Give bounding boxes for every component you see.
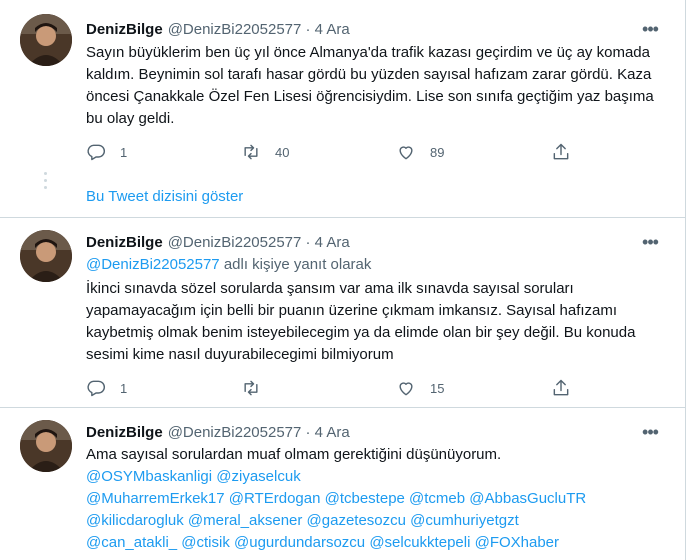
- tweet[interactable]: DenizBilge @DenizBi22052577 · 4 Ara ••• …: [0, 218, 686, 406]
- heart-icon: [399, 146, 413, 160]
- share-icon: [553, 143, 569, 160]
- mention-links-line[interactable]: @can_atakli_ @ctisik @ugurdundarsozcu @s…: [86, 532, 666, 554]
- tweet-header: DenizBilge @DenizBi22052577 · 4 Ara: [86, 19, 350, 39]
- tweet-header: DenizBilge @DenizBi22052577 · 4 Ara: [86, 422, 350, 442]
- handle-and-date[interactable]: @DenizBi22052577 · 4 Ara: [168, 21, 350, 38]
- retweet-button[interactable]: 40: [241, 140, 289, 164]
- reply-bubble-icon: [87, 144, 106, 161]
- avatar-photo: [20, 14, 72, 66]
- display-name[interactable]: DenizBilge: [86, 424, 163, 441]
- more-dots-icon[interactable]: •••: [640, 422, 660, 442]
- avatar[interactable]: [20, 420, 72, 472]
- display-name[interactable]: DenizBilge: [86, 234, 163, 251]
- avatar[interactable]: [20, 14, 72, 66]
- avatar-photo: [20, 230, 72, 282]
- mention-links-line[interactable]: @OSYMbaskanligi @ziyaselcuk: [86, 466, 666, 488]
- like-button[interactable]: 15: [396, 376, 444, 400]
- reply-mention-link[interactable]: @DenizBi22052577: [86, 256, 220, 273]
- mention-links-line[interactable]: @kilicdarogluk @meral_aksener @gazetesoz…: [86, 510, 666, 532]
- reply-count: 1: [120, 380, 128, 396]
- reply-button[interactable]: 1: [86, 140, 127, 164]
- tweet-header: DenizBilge @DenizBi22052577 · 4 Ara: [86, 232, 350, 252]
- retweet-button[interactable]: [241, 376, 275, 400]
- more-dots-icon[interactable]: •••: [640, 232, 660, 252]
- reply-bubble-icon: [87, 380, 106, 397]
- like-button[interactable]: 89: [396, 140, 444, 164]
- retweet-icon: [244, 144, 258, 160]
- display-name[interactable]: DenizBilge: [86, 21, 163, 38]
- mention-links-line[interactable]: @MuharremErkek17 @RTErdogan @tcbestepe @…: [86, 488, 666, 510]
- tweet-text: Ama sayısal sorulardan muaf olmam gerekt…: [86, 446, 502, 463]
- retweet-count: 40: [275, 144, 290, 160]
- tweet-text: İkinci sınavda sözel sorularda şansım va…: [86, 280, 636, 363]
- tweet[interactable]: DenizBilge @DenizBi22052577 · 4 Ara ••• …: [0, 0, 686, 165]
- tweet[interactable]: DenizBilge @DenizBi22052577 · 4 Ara ••• …: [0, 408, 686, 560]
- more-dots-icon[interactable]: •••: [640, 19, 660, 39]
- reply-button[interactable]: 1: [86, 376, 127, 400]
- tweet-actions: 1 15: [86, 376, 586, 400]
- handle-and-date[interactable]: @DenizBi22052577 · 4 Ara: [168, 234, 350, 251]
- heart-icon: [399, 382, 413, 396]
- avatar[interactable]: [20, 230, 72, 282]
- avatar-photo: [20, 420, 72, 472]
- tweet-actions: 1 40 89: [86, 140, 586, 164]
- share-button[interactable]: [551, 376, 571, 400]
- reply-count: 1: [120, 144, 128, 160]
- share-button[interactable]: [551, 140, 571, 164]
- like-count: 15: [430, 380, 445, 396]
- reply-suffix: adlı kişiye yanıt olarak: [219, 256, 372, 273]
- tweet-text: Sayın büyüklerim ben üç yıl önce Almanya…: [86, 44, 654, 127]
- retweet-icon: [244, 380, 258, 396]
- share-icon: [553, 379, 569, 396]
- thread-connector: [44, 172, 48, 193]
- replying-to: @DenizBi22052577 adlı kişiye yanıt olara…: [86, 254, 666, 276]
- handle-and-date[interactable]: @DenizBi22052577 · 4 Ara: [168, 424, 350, 441]
- show-thread-link[interactable]: Bu Tweet dizisini göster: [86, 188, 243, 205]
- timeline: DenizBilge @DenizBi22052577 · 4 Ara ••• …: [0, 0, 686, 560]
- like-count: 89: [430, 144, 445, 160]
